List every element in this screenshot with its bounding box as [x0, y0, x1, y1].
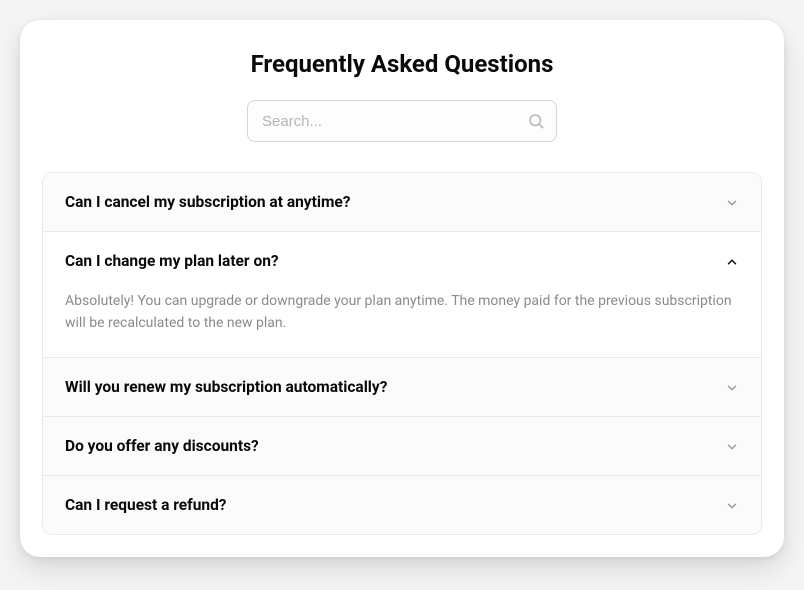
faq-header[interactable]: Can I change my plan later on? [43, 232, 761, 290]
chevron-down-icon [725, 380, 739, 394]
faq-header[interactable]: Do you offer any discounts? [43, 417, 761, 475]
search-wrapper [42, 100, 762, 142]
faq-card: Frequently Asked Questions Can I cancel … [20, 20, 784, 557]
faq-question: Do you offer any discounts? [65, 437, 259, 455]
search-box [247, 100, 557, 142]
faq-item: Can I change my plan later on? Absolutel… [43, 232, 761, 358]
faq-item: Can I cancel my subscription at anytime? [43, 173, 761, 232]
chevron-down-icon [725, 498, 739, 512]
faq-header[interactable]: Can I cancel my subscription at anytime? [43, 173, 761, 231]
faq-answer: Absolutely! You can upgrade or downgrade… [43, 290, 761, 357]
faq-header[interactable]: Can I request a refund? [43, 476, 761, 534]
faq-item: Do you offer any discounts? [43, 417, 761, 476]
faq-header[interactable]: Will you renew my subscription automatic… [43, 358, 761, 416]
faq-question: Can I change my plan later on? [65, 252, 279, 270]
chevron-down-icon [725, 195, 739, 209]
faq-list: Can I cancel my subscription at anytime?… [42, 172, 762, 535]
page-title: Frequently Asked Questions [42, 50, 762, 78]
faq-question: Can I request a refund? [65, 496, 227, 514]
faq-item: Can I request a refund? [43, 476, 761, 534]
faq-question: Will you renew my subscription automatic… [65, 378, 387, 396]
chevron-down-icon [725, 439, 739, 453]
faq-question: Can I cancel my subscription at anytime? [65, 193, 350, 211]
chevron-up-icon [725, 254, 739, 268]
search-input[interactable] [247, 100, 557, 142]
faq-item: Will you renew my subscription automatic… [43, 358, 761, 417]
